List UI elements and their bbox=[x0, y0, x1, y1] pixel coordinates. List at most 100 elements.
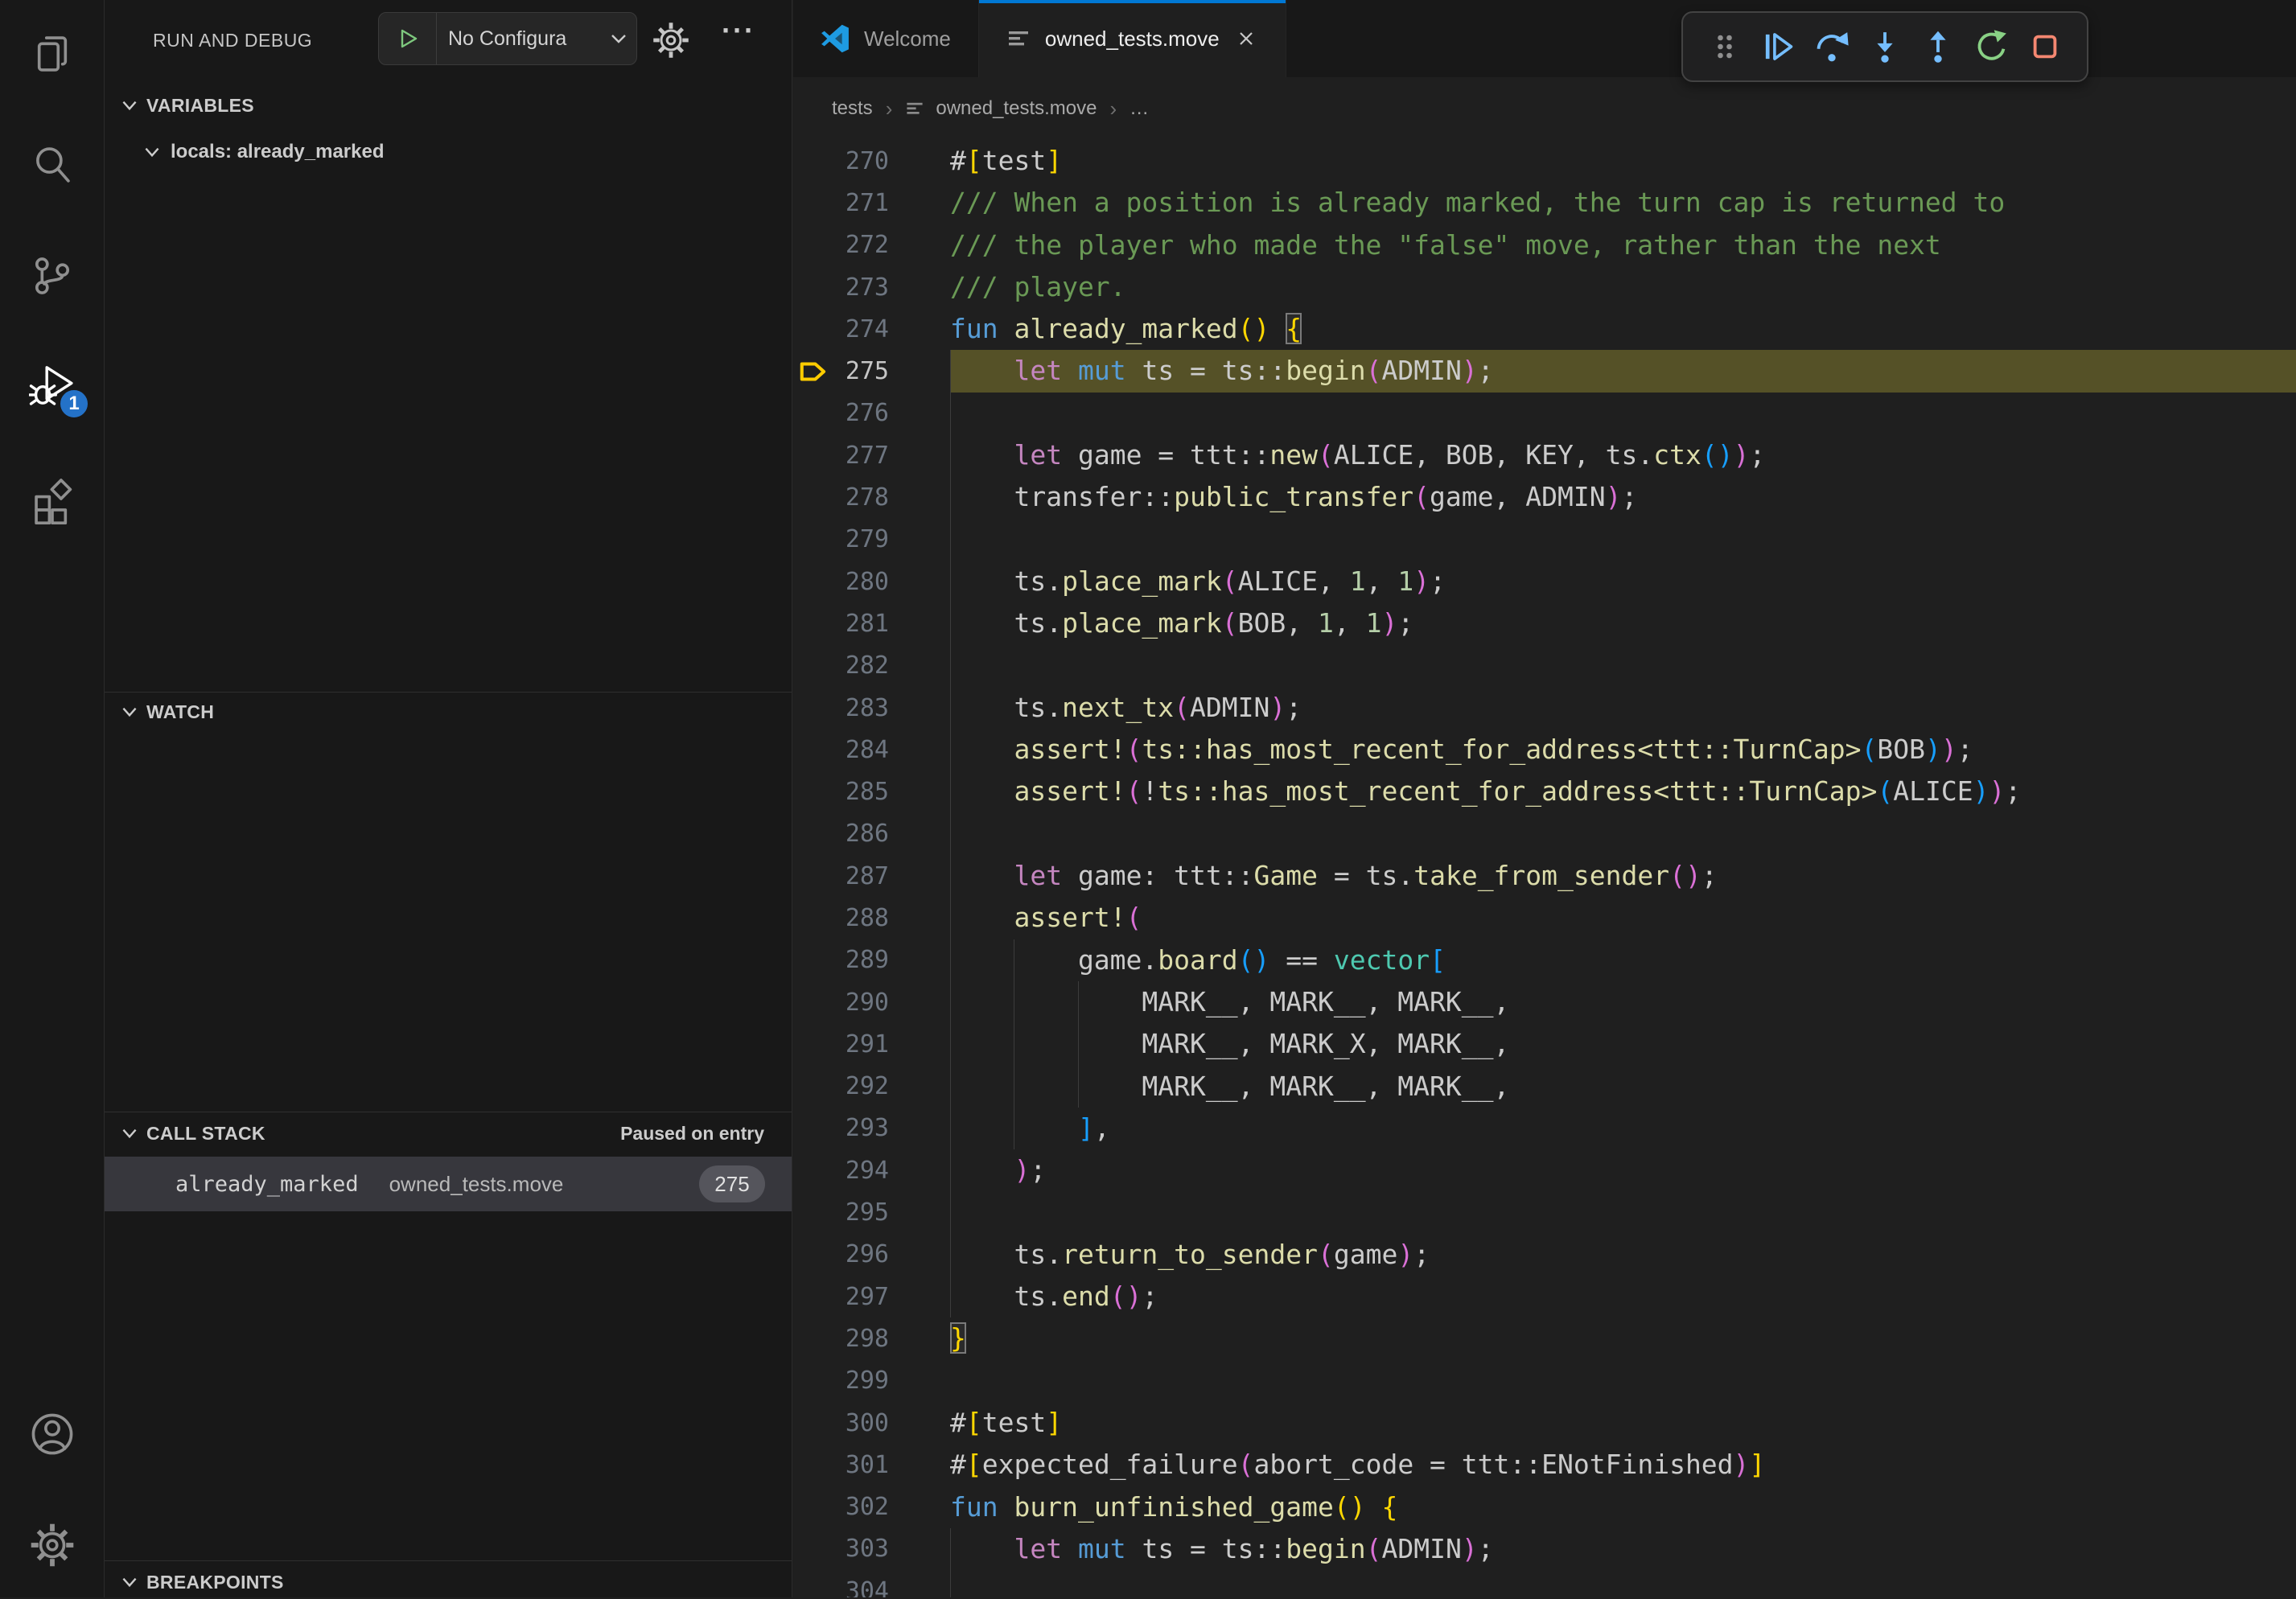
gutter[interactable]: 272 bbox=[793, 224, 950, 266]
code-line-content[interactable]: assert!(!ts::has_most_recent_for_address… bbox=[950, 771, 2296, 812]
gutter[interactable]: 288 bbox=[793, 897, 950, 939]
code-line-content[interactable]: ts.place_mark(BOB, 1, 1); bbox=[950, 602, 2296, 644]
code-line-content[interactable]: ts.next_tx(ADMIN); bbox=[950, 687, 2296, 729]
code-line-287[interactable]: 287 let game: ttt::Game = ts.take_from_s… bbox=[793, 855, 2296, 897]
gutter[interactable]: 293 bbox=[793, 1108, 950, 1149]
code-line-280[interactable]: 280 ts.place_mark(ALICE, 1, 1); bbox=[793, 561, 2296, 602]
code-line-content[interactable] bbox=[950, 1191, 2296, 1233]
code-line-content[interactable]: /// player. bbox=[950, 266, 2296, 308]
gutter[interactable]: 303 bbox=[793, 1528, 950, 1570]
gutter[interactable]: 300 bbox=[793, 1402, 950, 1444]
sidebar-item-explorer[interactable] bbox=[0, 18, 105, 90]
gutter[interactable]: 276 bbox=[793, 393, 950, 434]
code-line-300[interactable]: 300#[test] bbox=[793, 1402, 2296, 1444]
sidebar-item-source-control[interactable] bbox=[0, 240, 105, 312]
gutter[interactable]: 279 bbox=[793, 519, 950, 561]
gutter[interactable]: 271 bbox=[793, 182, 950, 224]
gutter[interactable]: 299 bbox=[793, 1360, 950, 1402]
stack-frame-row[interactable]: already_marked owned_tests.move 275 bbox=[105, 1157, 792, 1211]
stop-button[interactable] bbox=[2026, 27, 2064, 66]
gutter[interactable]: 281 bbox=[793, 602, 950, 644]
gutter[interactable]: 289 bbox=[793, 939, 950, 981]
breadcrumb-item-more[interactable]: … bbox=[1129, 97, 1149, 120]
variables-scope-locals[interactable]: locals: already_marked bbox=[105, 134, 792, 171]
section-watch[interactable]: WATCH bbox=[105, 695, 792, 729]
close-icon[interactable] bbox=[1234, 27, 1258, 51]
section-call-stack[interactable]: CALL STACK Paused on entry bbox=[105, 1116, 792, 1150]
gutter[interactable]: 297 bbox=[793, 1276, 950, 1317]
code-line-content[interactable] bbox=[950, 1570, 2296, 1597]
code-line-297[interactable]: 297 ts.end(); bbox=[793, 1276, 2296, 1317]
code-line-274[interactable]: 274fun already_marked() { bbox=[793, 308, 2296, 350]
code-line-281[interactable]: 281 ts.place_mark(BOB, 1, 1); bbox=[793, 602, 2296, 644]
code-line-279[interactable]: 279 bbox=[793, 519, 2296, 561]
code-line-content[interactable]: ts.end(); bbox=[950, 1276, 2296, 1317]
code-editor[interactable]: 270#[test]271/// When a position is alre… bbox=[793, 140, 2296, 1597]
gutter[interactable]: 278 bbox=[793, 476, 950, 518]
more-actions-icon[interactable]: ··· bbox=[714, 6, 763, 55]
gutter[interactable]: 274 bbox=[793, 308, 950, 350]
code-line-content[interactable]: /// the player who made the "false" move… bbox=[950, 224, 2296, 266]
gutter[interactable]: 301 bbox=[793, 1444, 950, 1486]
code-line-296[interactable]: 296 ts.return_to_sender(game); bbox=[793, 1234, 2296, 1276]
code-line-303[interactable]: 303 let mut ts = ts::begin(ADMIN); bbox=[793, 1528, 2296, 1570]
code-line-299[interactable]: 299 bbox=[793, 1360, 2296, 1402]
code-line-content[interactable]: transfer::public_transfer(game, ADMIN); bbox=[950, 476, 2296, 518]
code-line-content[interactable]: #[test] bbox=[950, 1402, 2296, 1444]
toolbar-drag-handle[interactable] bbox=[1706, 27, 1744, 66]
code-line-content[interactable]: /// When a position is already marked, t… bbox=[950, 182, 2296, 224]
code-line-285[interactable]: 285 assert!(!ts::has_most_recent_for_add… bbox=[793, 771, 2296, 812]
gutter[interactable]: 277 bbox=[793, 434, 950, 476]
code-line-298[interactable]: 298} bbox=[793, 1317, 2296, 1359]
code-line-content[interactable]: fun already_marked() { bbox=[950, 308, 2296, 350]
gutter[interactable]: 286 bbox=[793, 813, 950, 855]
code-line-content[interactable]: game.board() == vector[ bbox=[950, 939, 2296, 981]
code-line-294[interactable]: 294 ); bbox=[793, 1149, 2296, 1191]
step-over-button[interactable] bbox=[1813, 27, 1851, 66]
section-variables[interactable]: VARIABLES bbox=[105, 88, 792, 122]
continue-button[interactable] bbox=[1759, 27, 1797, 66]
breadcrumb-item-file[interactable]: owned_tests.move bbox=[936, 97, 1097, 120]
code-line-content[interactable] bbox=[950, 813, 2296, 855]
gutter[interactable]: 294 bbox=[793, 1149, 950, 1191]
code-line-284[interactable]: 284 assert!(ts::has_most_recent_for_addr… bbox=[793, 729, 2296, 771]
code-line-304[interactable]: 304 bbox=[793, 1570, 2296, 1597]
code-line-278[interactable]: 278 transfer::public_transfer(game, ADMI… bbox=[793, 476, 2296, 518]
code-line-290[interactable]: 290 MARK__, MARK__, MARK__, bbox=[793, 981, 2296, 1023]
settings-button[interactable] bbox=[0, 1509, 105, 1581]
code-line-content[interactable]: assert!( bbox=[950, 897, 2296, 939]
step-into-button[interactable] bbox=[1866, 27, 1904, 66]
code-line-270[interactable]: 270#[test] bbox=[793, 140, 2296, 182]
code-line-291[interactable]: 291 MARK__, MARK_X, MARK__, bbox=[793, 1023, 2296, 1065]
start-debug-button[interactable] bbox=[379, 13, 437, 64]
gutter[interactable]: 304 bbox=[793, 1570, 950, 1597]
restart-button[interactable] bbox=[1973, 27, 2011, 66]
code-line-content[interactable] bbox=[950, 393, 2296, 434]
gutter[interactable]: 290 bbox=[793, 981, 950, 1023]
gutter[interactable]: 295 bbox=[793, 1191, 950, 1233]
gutter[interactable]: 287 bbox=[793, 855, 950, 897]
gutter[interactable]: 284 bbox=[793, 729, 950, 771]
code-line-content[interactable]: ], bbox=[950, 1108, 2296, 1149]
code-line-271[interactable]: 271/// When a position is already marked… bbox=[793, 182, 2296, 224]
code-line-282[interactable]: 282 bbox=[793, 645, 2296, 687]
code-line-content[interactable]: let mut ts = ts::begin(ADMIN); bbox=[950, 350, 2296, 392]
code-line-302[interactable]: 302fun burn_unfinished_game() { bbox=[793, 1486, 2296, 1528]
gutter[interactable]: 270 bbox=[793, 140, 950, 182]
code-line-277[interactable]: 277 let game = ttt::new(ALICE, BOB, KEY,… bbox=[793, 434, 2296, 476]
accounts-button[interactable] bbox=[0, 1398, 105, 1470]
code-line-content[interactable]: #[expected_failure(abort_code = ttt::ENo… bbox=[950, 1444, 2296, 1486]
gutter[interactable]: 292 bbox=[793, 1066, 950, 1108]
code-line-content[interactable]: MARK__, MARK__, MARK__, bbox=[950, 981, 2296, 1023]
code-line-content[interactable]: let game: ttt::Game = ts.take_from_sende… bbox=[950, 855, 2296, 897]
code-line-301[interactable]: 301#[expected_failure(abort_code = ttt::… bbox=[793, 1444, 2296, 1486]
gutter[interactable]: 282 bbox=[793, 645, 950, 687]
code-line-295[interactable]: 295 bbox=[793, 1191, 2296, 1233]
code-line-275[interactable]: 275 let mut ts = ts::begin(ADMIN); bbox=[793, 350, 2296, 392]
code-line-286[interactable]: 286 bbox=[793, 813, 2296, 855]
code-line-292[interactable]: 292 MARK__, MARK__, MARK__, bbox=[793, 1066, 2296, 1108]
code-line-content[interactable]: #[test] bbox=[950, 140, 2296, 182]
tab-welcome[interactable]: Welcome bbox=[793, 0, 979, 77]
code-line-content[interactable]: assert!(ts::has_most_recent_for_address<… bbox=[950, 729, 2296, 771]
code-line-content[interactable]: MARK__, MARK_X, MARK__, bbox=[950, 1023, 2296, 1065]
